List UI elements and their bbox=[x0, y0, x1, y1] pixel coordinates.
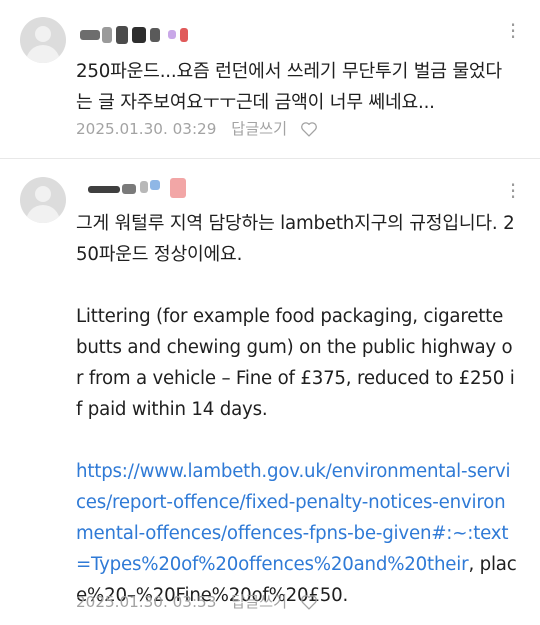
user-avatar[interactable] bbox=[20, 17, 66, 63]
more-options-icon[interactable]: · · · bbox=[506, 175, 520, 207]
nickname-blurred[interactable] bbox=[80, 178, 200, 200]
comment-meta: 2025.01.30. 03:29 답글쓰기 bbox=[76, 118, 318, 140]
reply-button[interactable]: 답글쓰기 bbox=[231, 591, 287, 613]
comment-text-body: 그게 워털루 지역 담당하는 lambeth지구의 규정입니다. 250파운드 … bbox=[76, 213, 515, 420]
comment-text: 250파운드...요즘 런던에서 쓰레기 무단투기 벌금 물었다는 글 자주보여… bbox=[76, 61, 502, 113]
reply-button[interactable]: 답글쓰기 bbox=[231, 118, 287, 140]
comment-text: 그게 워털루 지역 담당하는 lambeth지구의 규정입니다. 250파운드 … bbox=[76, 208, 518, 606]
like-heart-icon[interactable] bbox=[300, 594, 318, 610]
user-avatar[interactable] bbox=[20, 177, 66, 223]
like-heart-icon[interactable] bbox=[300, 121, 318, 137]
comment-date: 2025.01.30. 03:29 bbox=[76, 120, 217, 138]
url-link[interactable]: https://www.lambeth.gov.uk/environmental… bbox=[76, 461, 511, 575]
comment-item: · · · 그게 워털루 지역 담당하는 lambeth지구의 규정입니다. 250… bbox=[0, 160, 540, 625]
comment-date: 2025.01.30. 03:53 bbox=[76, 593, 217, 611]
comment-divider bbox=[0, 158, 540, 159]
comment-item: · · · 250파운드...요즘 런던에서 쓰레기 무단투기 벌금 물었다는 글 … bbox=[0, 0, 540, 158]
comment-meta: 2025.01.30. 03:53 답글쓰기 bbox=[76, 591, 318, 613]
more-options-icon[interactable]: · · · bbox=[506, 15, 520, 47]
nickname-blurred[interactable] bbox=[80, 24, 200, 46]
